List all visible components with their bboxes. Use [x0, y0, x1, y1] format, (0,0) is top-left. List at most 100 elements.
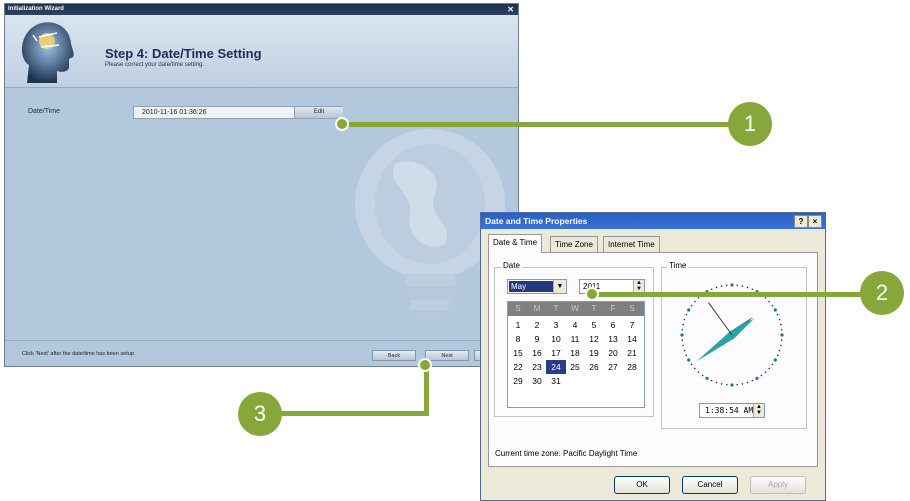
clock-hour-mark [780, 333, 784, 337]
clock-minute-mark [776, 354, 779, 357]
clock-minute-mark [778, 318, 781, 321]
calendar-day[interactable]: 21 [622, 346, 642, 360]
time-spin-icon[interactable]: ▲ ▼ [753, 404, 764, 417]
callout-2-badge: 2 [860, 271, 904, 315]
weekday-header: S [515, 304, 521, 313]
clock-hour-mark [687, 308, 691, 312]
calendar-day-selected[interactable]: 24 [546, 360, 566, 374]
calendar-day[interactable]: 17 [546, 346, 566, 360]
tab-time-zone[interactable]: Time Zone [550, 236, 598, 253]
clock-minute-mark [780, 339, 783, 342]
clock-minute-mark [746, 286, 749, 289]
calendar-day[interactable]: 7 [622, 318, 642, 332]
dialog-close-icon[interactable]: × [808, 215, 822, 228]
clock-minute-mark [780, 328, 783, 331]
weekday-header: S [629, 304, 635, 313]
clock-minute-mark [720, 383, 723, 385]
time-value: 1:38:54 AM [705, 406, 754, 415]
callout-3-horizontal-line [260, 411, 429, 416]
clock-minute-mark [697, 371, 700, 373]
dialog-cancel-button[interactable]: Cancel [682, 476, 738, 494]
clock-minute-mark [751, 288, 754, 291]
weekday-header: M [533, 304, 541, 313]
weekday-header: T [553, 304, 559, 313]
calendar-day[interactable]: 11 [565, 332, 585, 346]
calendar-weekday-header: S M T W T F S [508, 302, 644, 316]
calendar-day[interactable]: 6 [603, 318, 623, 332]
wizard-close-icon[interactable]: ✕ [507, 4, 514, 15]
callout-1-badge: 1 [728, 102, 772, 146]
clock-second-hand [708, 302, 733, 336]
clock-minute-mark [741, 285, 744, 287]
clock-minute-mark [683, 318, 686, 321]
time-stepper[interactable]: 1:38:54 AM ▲ ▼ [699, 403, 765, 418]
clock-minute-mark [715, 286, 718, 289]
head-silhouette-logo-icon [21, 22, 74, 83]
tab-internet-time[interactable]: Internet Time [603, 236, 660, 253]
calendar-day[interactable]: 19 [584, 346, 604, 360]
calendar-day[interactable]: 9 [527, 332, 547, 346]
dialog-title: Date and Time Properties [485, 216, 588, 226]
calendar-day[interactable]: 3 [546, 318, 566, 332]
help-icon[interactable]: ? [794, 215, 808, 228]
calendar-day[interactable]: 15 [508, 346, 528, 360]
calendar-day[interactable]: 29 [508, 374, 528, 388]
wizard-header: Step 4: Date/Time Setting Please correct… [5, 15, 518, 88]
calendar-day[interactable]: 30 [527, 374, 547, 388]
calendar-day[interactable]: 22 [508, 360, 528, 374]
clock-minute-mark [710, 379, 713, 382]
callout-1-line [343, 122, 733, 127]
clock-minute-mark [682, 344, 684, 347]
apply-button[interactable]: Apply [750, 476, 806, 494]
calendar-day[interactable]: 5 [584, 318, 604, 332]
calendar-day[interactable]: 28 [622, 360, 642, 374]
clock-minute-mark [764, 371, 767, 373]
calendar-day[interactable]: 8 [508, 332, 528, 346]
clock-minute-mark [736, 383, 739, 386]
clock-hour-mark [730, 383, 734, 387]
calendar-day[interactable]: 16 [527, 346, 547, 360]
calendar-day[interactable]: 2 [527, 318, 547, 332]
back-button[interactable]: Back [372, 350, 416, 361]
clock-minute-mark [720, 285, 723, 287]
calendar-day[interactable]: 23 [527, 360, 547, 374]
clock-minute-mark [690, 304, 693, 307]
edit-button[interactable]: Edit [294, 107, 343, 118]
clock-minute-mark [760, 374, 763, 377]
calendar-day[interactable]: 18 [565, 346, 585, 360]
clock-minute-mark [768, 367, 770, 370]
calendar-day[interactable]: 26 [584, 360, 604, 374]
datetime-label: Date/Time [28, 108, 61, 115]
calendar-day[interactable]: 31 [546, 374, 566, 388]
tab-date-time[interactable]: Date & Time [488, 234, 543, 253]
clock-minute-mark [685, 313, 688, 316]
calendar-day[interactable]: 12 [584, 332, 604, 346]
initialization-wizard-window: Initialization Wizard ✕ Step 4: Date/Tim… [4, 3, 519, 367]
next-button[interactable]: Next [425, 350, 469, 361]
calendar-day[interactable]: 25 [565, 360, 585, 374]
calendar-day[interactable]: 10 [546, 332, 566, 346]
ok-button[interactable]: OK [614, 476, 670, 494]
clock-hour-mark [687, 358, 691, 362]
calendar-day[interactable]: 1 [508, 318, 528, 332]
month-select[interactable]: May ▼ [507, 279, 567, 294]
clock-minute-mark [701, 374, 704, 377]
calendar-day[interactable]: 13 [603, 332, 623, 346]
time-group-label: Time [667, 261, 689, 270]
calendar-day[interactable]: 20 [603, 346, 623, 360]
wizard-title-bar: Initialization Wizard ✕ [5, 4, 518, 15]
dropdown-arrow-icon[interactable]: ▼ [553, 280, 566, 293]
calendar-day[interactable]: 14 [622, 332, 642, 346]
clock-minute-mark [778, 349, 781, 352]
clock-minute-mark [741, 383, 744, 385]
clock-hour-mark [773, 308, 777, 312]
calendar-day[interactable]: 4 [565, 318, 585, 332]
current-timezone-text: Current time zone: Pacific Daylight Time [495, 449, 638, 458]
callout-2-line [593, 292, 885, 297]
clock-minute-mark [710, 288, 713, 291]
datetime-value: 2010-11-16 01:36:26 [142, 109, 207, 116]
date-time-properties-dialog: Date and Time Properties ? × Date & Time… [480, 212, 826, 501]
step-subtitle: Please correct your date/time setting. [105, 62, 205, 68]
date-group-label: Date [501, 261, 522, 270]
calendar-day[interactable]: 27 [603, 360, 623, 374]
